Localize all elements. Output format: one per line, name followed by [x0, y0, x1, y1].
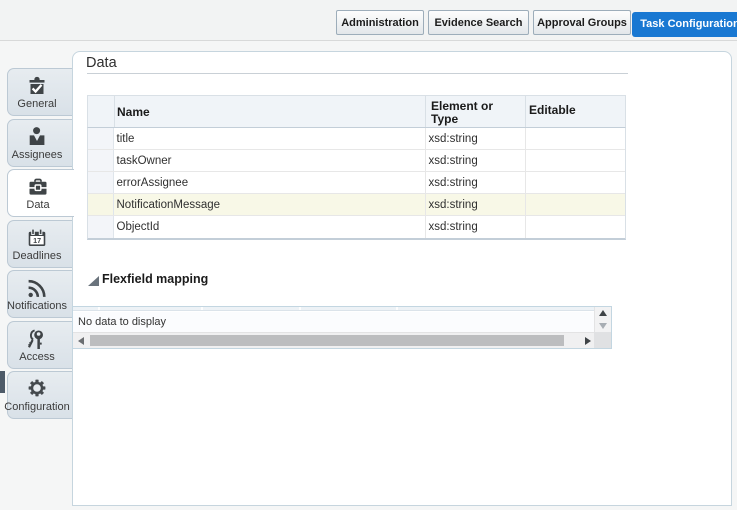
svg-text:17: 17	[33, 236, 41, 245]
